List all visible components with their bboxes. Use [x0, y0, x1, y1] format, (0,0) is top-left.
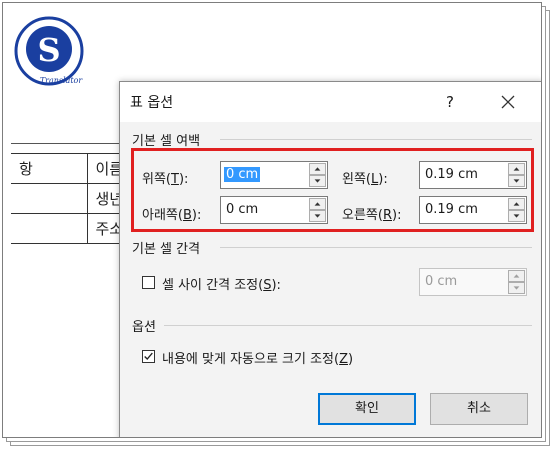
- spin-down-icon[interactable]: [508, 175, 525, 187]
- top-margin-label: 위쪽(T):: [142, 172, 189, 187]
- spin-down-icon[interactable]: [508, 282, 525, 294]
- right-margin-spinner: [508, 198, 525, 222]
- bottom-margin-spinner: [309, 198, 326, 222]
- bottom-margin-label: 아래쪽(B):: [142, 208, 202, 223]
- cell-spacing-spinner: [508, 270, 525, 294]
- dialog-titlebar: 표 옵션 ?: [120, 82, 541, 122]
- spin-up-icon[interactable]: [508, 270, 525, 282]
- bottom-margin-input[interactable]: 0 cm: [220, 196, 328, 224]
- bottom-margin-value: 0 cm: [226, 202, 259, 217]
- right-margin-label: 오른쪽(R):: [342, 208, 402, 223]
- table-cell[interactable]: 항: [11, 153, 88, 184]
- options-group-label: 옵션: [132, 320, 156, 335]
- cell-spacing-group-label: 기본 셀 간격: [132, 242, 201, 257]
- close-icon[interactable]: [494, 88, 522, 116]
- document-rule: [11, 143, 126, 144]
- cell-spacing-input[interactable]: 0 cm: [419, 268, 527, 296]
- top-margin-value: 0 cm: [224, 167, 261, 182]
- left-margin-value: 0.19 cm: [425, 167, 478, 182]
- checkmark-icon: [144, 352, 153, 361]
- top-margin-spinner: [309, 163, 326, 187]
- left-margin-label: 왼쪽(L):: [342, 172, 388, 187]
- cell-spacing-label: 셀 사이 간격 조정(S):: [162, 278, 281, 293]
- cell-spacing-checkbox[interactable]: [142, 276, 155, 289]
- autofit-label: 내용에 맞게 자동으로 크기 조정(Z): [162, 352, 354, 367]
- spin-up-icon[interactable]: [309, 163, 326, 175]
- spin-down-icon[interactable]: [309, 210, 326, 222]
- table-cell[interactable]: [11, 213, 88, 244]
- ok-button[interactable]: 확인: [318, 393, 416, 425]
- left-margin-spinner: [508, 163, 525, 187]
- cancel-button[interactable]: 취소: [430, 393, 528, 425]
- left-margin-input[interactable]: 0.19 cm: [419, 161, 527, 189]
- spin-up-icon[interactable]: [508, 198, 525, 210]
- spin-down-icon[interactable]: [309, 175, 326, 187]
- table-options-dialog: 표 옵션 ? 기본 셀 여백 위쪽(T): 0 cm 왼쪽(L): 0.19 c…: [119, 81, 541, 437]
- top-margin-input[interactable]: 0 cm: [220, 161, 328, 189]
- spin-down-icon[interactable]: [508, 210, 525, 222]
- cell-margins-group-label: 기본 셀 여백: [132, 134, 201, 149]
- help-button[interactable]: ?: [438, 90, 462, 114]
- translator-logo: S Translator: [14, 16, 84, 86]
- table-cell[interactable]: [11, 183, 88, 214]
- right-margin-value: 0.19 cm: [425, 202, 478, 217]
- spin-up-icon[interactable]: [508, 163, 525, 175]
- logo-letter: S: [37, 31, 60, 69]
- document-page: S Translator 항 이름 생년 주소 표 옵션 ? 기본 셀 여백 위…: [2, 2, 542, 438]
- spin-up-icon[interactable]: [309, 198, 326, 210]
- right-margin-input[interactable]: 0.19 cm: [419, 196, 527, 224]
- dialog-title: 표 옵션: [130, 95, 174, 111]
- cell-spacing-value: 0 cm: [425, 274, 458, 289]
- group-divider: [220, 247, 532, 248]
- group-divider: [164, 325, 532, 326]
- logo-caption: Translator: [40, 76, 84, 85]
- group-divider: [220, 139, 532, 140]
- autofit-checkbox[interactable]: [142, 350, 155, 363]
